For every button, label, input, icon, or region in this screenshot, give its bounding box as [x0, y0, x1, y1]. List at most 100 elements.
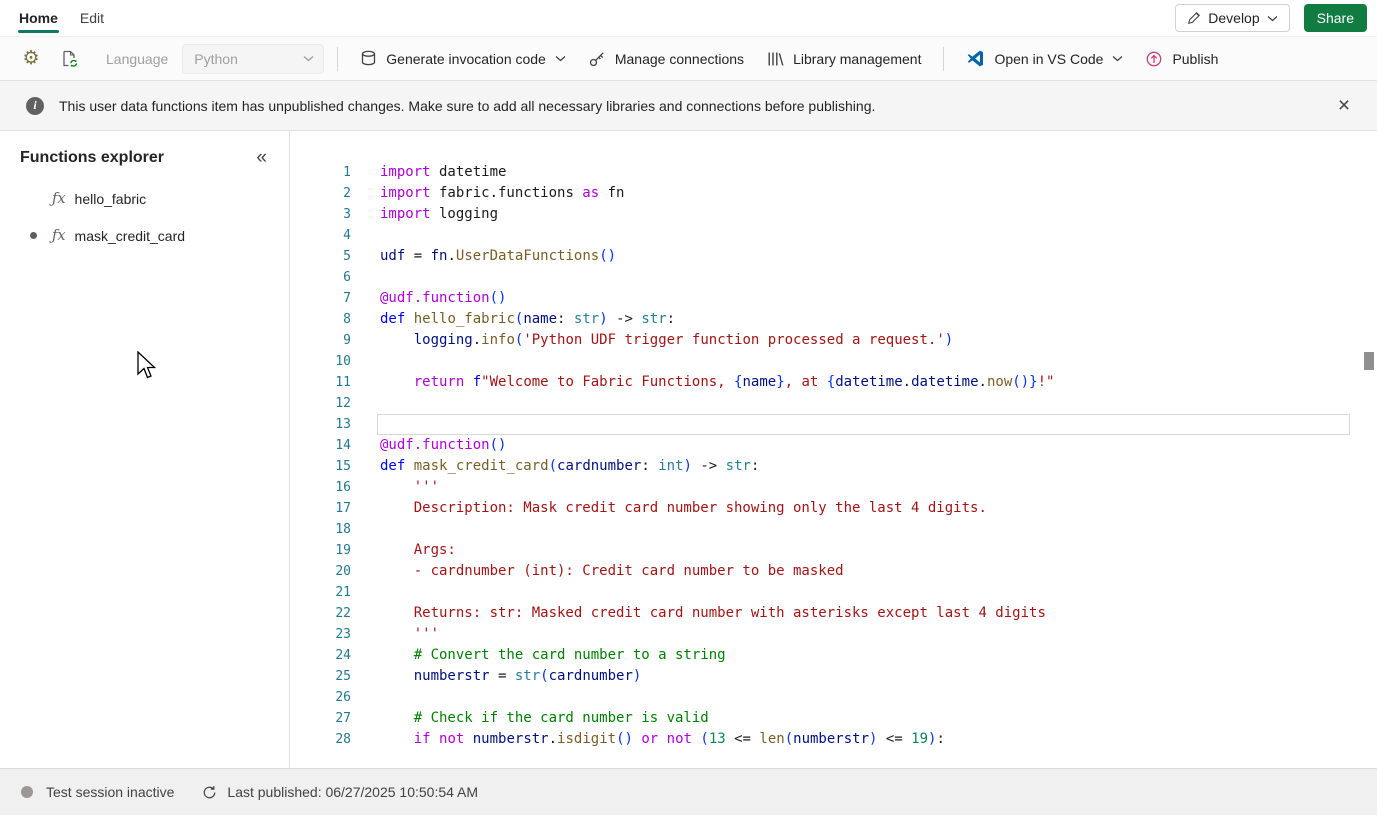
develop-button[interactable]: Develop	[1175, 4, 1290, 32]
code-line-content: '''	[380, 626, 440, 642]
functions-explorer-header: Functions explorer «	[0, 131, 289, 180]
gutter-gap	[351, 414, 377, 435]
code-line[interactable]: 22 Returns: str: Masked credit card numb…	[290, 603, 1377, 624]
code-line[interactable]: 13	[290, 414, 1377, 435]
code-line[interactable]: 7 @udf.function()	[290, 288, 1377, 309]
gutter-gap	[351, 351, 377, 372]
manage-connections-button[interactable]: Manage connections	[579, 43, 753, 75]
banner-close-button[interactable]: ×	[1327, 89, 1361, 123]
publish-button[interactable]: Publish	[1136, 43, 1227, 75]
code-line-content	[377, 351, 1350, 372]
code-line[interactable]: 14 @udf.function()	[290, 435, 1377, 456]
line-number: 13	[335, 417, 351, 432]
code-line[interactable]: 26	[290, 687, 1377, 708]
gutter-gap	[351, 666, 377, 687]
publish-icon	[1145, 50, 1163, 68]
code-line[interactable]: 19 Args:	[290, 540, 1377, 561]
code-line[interactable]: 1 import datetime	[290, 162, 1377, 183]
code-line-content: udf = fn.UserDataFunctions()	[380, 248, 617, 264]
code-line[interactable]: 27 # Check if the card number is valid	[290, 708, 1377, 729]
sample-code-button[interactable]	[52, 43, 86, 75]
gutter-gap	[351, 708, 377, 729]
code-line[interactable]: 20 - cardnumber (int): Credit card numbe…	[290, 561, 1377, 582]
chevron-down-icon	[555, 55, 566, 62]
tab-home[interactable]: Home	[8, 0, 69, 36]
gutter-gap	[351, 162, 377, 183]
code-line[interactable]: 9 logging.info('Python UDF trigger funct…	[290, 330, 1377, 351]
gutter-gap	[351, 603, 377, 624]
functions-explorer-title: Functions explorer	[20, 148, 165, 166]
code-line-content	[377, 414, 1350, 435]
code-line-content: def hello_fabric(name: str) -> str:	[380, 311, 676, 327]
gutter-gap	[351, 246, 377, 267]
code-line[interactable]: 16 '''	[290, 477, 1377, 498]
code-line-content: Returns: str: Masked credit card number …	[380, 605, 1046, 621]
code-line-content: if not numberstr.isdigit() or not (13 <=…	[413, 731, 945, 747]
code-line[interactable]: 4	[290, 225, 1377, 246]
gutter-gap	[351, 645, 377, 666]
gutter-gap	[351, 687, 377, 708]
generate-invocation-code-button[interactable]: Generate invocation code	[351, 43, 575, 75]
code-line-content: Args:	[380, 542, 456, 558]
language-select-value: Python	[194, 50, 238, 67]
code-line[interactable]: 28 if not numberstr.isdigit() or not (13…	[290, 729, 1377, 750]
code-line-content: - cardnumber (int): Credit card number t…	[380, 563, 844, 579]
ribbon-toolbar: ⚙ Language Python Generate invocation co…	[0, 36, 1377, 81]
gutter-gap	[351, 477, 377, 498]
code-line[interactable]: 11 return f"Welcome to Fabric Functions,…	[290, 372, 1377, 393]
language-select[interactable]: Python	[182, 43, 325, 74]
line-number: 10	[335, 354, 351, 369]
gutter-gap	[351, 498, 377, 519]
code-line[interactable]: 24 # Convert the card number to a string	[290, 645, 1377, 666]
code-line[interactable]: 18	[290, 519, 1377, 540]
code-line[interactable]: 8 def hello_fabric(name: str) -> str:	[290, 309, 1377, 330]
code-editor[interactable]: 1 import datetime 2 import fabric.functions…	[290, 131, 1377, 768]
gutter-gap	[351, 183, 377, 204]
banner-message: This user data functions item has unpubl…	[59, 97, 876, 114]
close-icon: ×	[1337, 93, 1351, 117]
line-number: 6	[343, 270, 351, 285]
refresh-icon[interactable]	[202, 785, 217, 800]
function-item[interactable]: ƒx hello_fabric	[0, 180, 289, 217]
code-line[interactable]: 5 udf = fn.UserDataFunctions()	[290, 246, 1377, 267]
code-line[interactable]: 12	[290, 393, 1377, 414]
library-management-button[interactable]: Library management	[757, 43, 930, 75]
code-line[interactable]: 2 import fabric.functions as fn	[290, 183, 1377, 204]
line-number: 16	[335, 480, 351, 495]
code-line[interactable]: 17 Description: Mask credit card number …	[290, 498, 1377, 519]
code-line[interactable]: 15 def mask_credit_card(cardnumber: int) …	[290, 456, 1377, 477]
function-item[interactable]: ƒx mask_credit_card	[0, 217, 289, 254]
collapse-panel-icon[interactable]: «	[256, 148, 267, 167]
top-menu-bar: Home Edit Develop Share	[0, 0, 1377, 36]
settings-button[interactable]: ⚙	[14, 43, 48, 75]
status-bar: Test session inactive Last published: 06…	[0, 768, 1377, 815]
line-number: 18	[335, 522, 351, 537]
gutter-gap	[351, 309, 377, 330]
open-in-vscode-button[interactable]: Open in VS Code	[957, 43, 1132, 75]
gutter-gap	[351, 540, 377, 561]
gutter-gap	[351, 267, 377, 288]
session-status-text: Test session inactive	[46, 784, 175, 800]
code-line[interactable]: 21	[290, 582, 1377, 603]
chevron-down-icon	[303, 55, 314, 62]
vscode-icon	[966, 49, 985, 68]
code-line-content: # Check if the card number is valid	[380, 710, 709, 726]
tab-home-label: Home	[19, 10, 58, 26]
open-in-vscode-label: Open in VS Code	[994, 50, 1104, 67]
library-management-label: Library management	[793, 50, 922, 67]
code-line[interactable]: 6	[290, 267, 1377, 288]
code-line-content	[377, 393, 1350, 414]
code-line[interactable]: 25 numberstr = str(cardnumber)	[290, 666, 1377, 687]
line-number: 19	[335, 543, 351, 558]
publish-label: Publish	[1172, 50, 1219, 67]
tab-edit[interactable]: Edit	[69, 0, 115, 36]
line-number: 7	[343, 291, 351, 306]
share-button[interactable]: Share	[1303, 4, 1367, 32]
gear-icon: ⚙	[22, 47, 40, 69]
editor-scrollbar-thumb[interactable]	[1364, 352, 1374, 370]
code-line[interactable]: 3 import logging	[290, 204, 1377, 225]
code-line[interactable]: 23 '''	[290, 624, 1377, 645]
function-item-label: hello_fabric	[74, 190, 147, 207]
tab-edit-label: Edit	[79, 10, 105, 26]
code-line[interactable]: 10	[290, 351, 1377, 372]
